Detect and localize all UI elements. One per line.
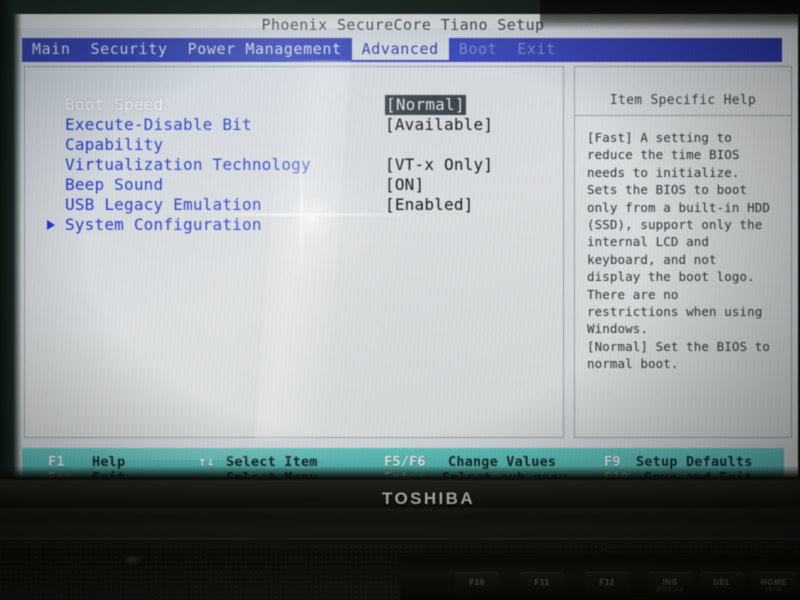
setting-label: Beep Sound: [65, 175, 164, 194]
keyboard-key-label: INS: [662, 578, 678, 587]
key-legend-item: ↑↓ Select Item: [198, 454, 318, 470]
key-legend-item: F9 Setup Defaults: [604, 454, 753, 470]
keyboard-key[interactable]: F11: [520, 572, 564, 596]
setting-label: Execute-Disable Bit: [65, 115, 252, 134]
setting-label: Virtualization Technology: [65, 155, 311, 174]
keyboard-key[interactable]: HOME PRTSC: [752, 572, 796, 596]
settings-list: Boot Speed [Normal] Execute-Disable Bit [Av…: [47, 95, 547, 235]
menu-tab-power-management[interactable]: Power Management: [178, 38, 352, 60]
key-legend-item: F1 Help: [48, 454, 125, 470]
key-legend-action: Help: [92, 454, 126, 470]
keyboard-key-label: F10: [469, 578, 485, 587]
key-legend-item: Esc Exit: [48, 470, 125, 480]
key-legend-action: Select sub menu: [442, 470, 567, 480]
toshiba-brand-logo: TOSHIBA: [382, 489, 475, 508]
key-legend-item: F10 Save and Exit: [604, 470, 752, 480]
setting-row[interactable]: Execute-Disable Bit [Available]: [47, 115, 547, 135]
setting-row[interactable]: USB Legacy Emulation [Enabled]: [47, 195, 547, 215]
setting-row[interactable]: Beep Sound [ON]: [47, 175, 547, 195]
menu-tab-exit[interactable]: Exit: [507, 38, 566, 60]
setting-row[interactable]: Boot Speed [Normal]: [47, 95, 547, 115]
key-legend-action: Select Item: [226, 454, 318, 470]
setting-label: System Configuration: [65, 215, 262, 234]
key-legend-key: F5/F6: [384, 454, 426, 470]
bios-title: Phoenix SecureCore Tiano Setup: [261, 16, 545, 34]
key-legend-action: Change Values: [448, 454, 557, 470]
keyboard-key-label: HOME: [761, 578, 787, 587]
keyboard-key-label: DEL: [713, 578, 731, 587]
keyboard-key-label: F12: [599, 578, 615, 587]
setting-label: Boot Speed: [65, 95, 164, 114]
key-legend-key: ↔: [198, 470, 207, 480]
setting-row[interactable]: System Configuration: [47, 215, 547, 235]
keyboard-key-sublabel: SCRLLOCK: [656, 587, 684, 593]
key-legend-action: Setup Defaults: [636, 454, 753, 470]
laptop-photo: Phoenix SecureCore Tiano Setup Main Secur…: [0, 0, 800, 600]
key-legend-key: Enter: [384, 470, 426, 480]
keyboard-key-sublabel: PRTSC: [765, 587, 783, 593]
settings-panel: Boot Speed [Normal] Execute-Disable Bit [Av…: [24, 66, 564, 438]
laptop-body-seam: [0, 538, 800, 541]
key-legend-action: Exit: [92, 470, 126, 480]
item-specific-help-panel: Item Specific Help [Fast] A setting to r…: [574, 66, 792, 438]
setting-value[interactable]: [ON]: [385, 175, 424, 195]
key-legend-key: ↑↓: [198, 454, 215, 470]
keyboard-key[interactable]: DEL: [700, 572, 744, 596]
key-legend-action: Save and Exit: [644, 470, 753, 480]
setting-value[interactable]: [Available]: [385, 115, 493, 135]
setting-label: USB Legacy Emulation: [65, 195, 262, 214]
bios-setup-screen: Phoenix SecureCore Tiano Setup Main Secur…: [8, 14, 798, 480]
hinge-vent: [125, 556, 143, 566]
key-legend-item: Enter Select sub menu: [384, 470, 567, 480]
laptop-screen: Phoenix SecureCore Tiano Setup Main Secur…: [0, 0, 800, 480]
help-panel-title: Item Specific Help: [609, 93, 757, 108]
menu-tab-main[interactable]: Main: [22, 38, 81, 60]
menu-tab-security[interactable]: Security: [81, 38, 178, 60]
setting-value[interactable]: [Normal]: [385, 95, 466, 115]
setting-value[interactable]: [Enabled]: [385, 195, 474, 215]
submenu-arrow-icon: [47, 220, 55, 230]
key-legend-key: F9: [604, 454, 621, 470]
keyboard-key-label: F11: [534, 578, 550, 587]
key-legend-key: F10: [604, 470, 629, 480]
key-legend-item: ↔ Select Menu: [198, 470, 318, 480]
help-panel-text: [Fast] A setting to reduce the time BIOS…: [587, 130, 771, 372]
setting-row[interactable]: Capability: [47, 135, 547, 155]
menu-tab-boot[interactable]: Boot: [449, 38, 508, 60]
key-legend-action: Select Menu: [226, 470, 318, 480]
key-legend-key: F1: [48, 454, 65, 470]
setting-value[interactable]: [VT-x Only]: [385, 155, 493, 175]
key-legend-key: Esc: [48, 470, 73, 480]
setting-label: Capability: [65, 135, 164, 154]
function-key-bar: F1 Help Esc Exit ↑↓ Select Item ↔ Select Menu F5…: [22, 448, 784, 480]
menu-tab-advanced[interactable]: Advanced: [351, 38, 449, 60]
key-legend-item: F5/F6 Change Values: [384, 454, 556, 470]
bios-menubar: Main Security Power Management Advanced Boot…: [22, 36, 798, 62]
keyboard-key[interactable]: F10: [455, 572, 499, 596]
keyboard-key[interactable]: INS SCRLLOCK: [648, 572, 692, 596]
keyboard-key[interactable]: F12: [585, 572, 629, 596]
setting-row[interactable]: Virtualization Technology [VT-x Only]: [47, 155, 547, 175]
help-divider: [575, 115, 791, 116]
